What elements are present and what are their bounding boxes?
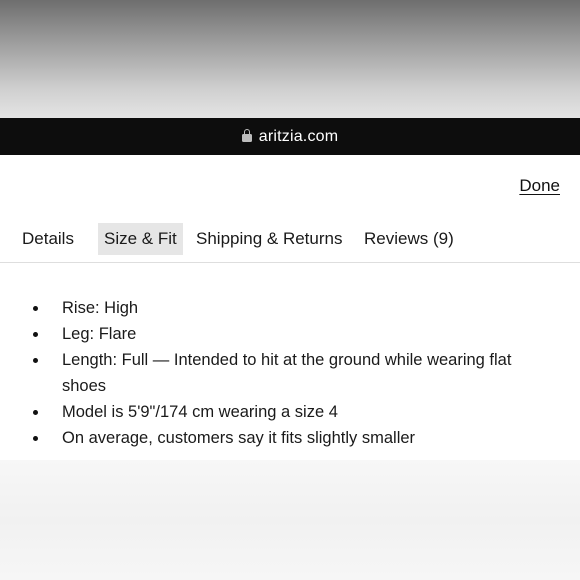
list-item: Leg: Flare: [0, 321, 580, 347]
done-button[interactable]: Done: [519, 176, 560, 196]
bullet-dot: [33, 358, 38, 363]
bullet-dot: [33, 410, 38, 415]
lock-icon: [241, 129, 252, 142]
size-fit-list: Rise: High Leg: Flare Length: Full — Int…: [0, 295, 580, 451]
size-fit-panel: Done Details Size & Fit Shipping & Retur…: [0, 155, 580, 460]
list-item: Model is 5'9"/174 cm wearing a size 4: [0, 399, 580, 425]
url-text: aritzia.com: [258, 127, 339, 145]
browser-top-fade: [0, 0, 580, 118]
tab-details[interactable]: Details: [16, 223, 80, 255]
list-item: Rise: High: [0, 295, 580, 321]
list-item-text: Rise: High: [62, 299, 139, 317]
list-item: Length: Full — Intended to hit at the gr…: [0, 347, 580, 399]
bullet-dot: [33, 332, 38, 337]
tab-size-fit[interactable]: Size & Fit: [98, 223, 183, 255]
list-item-text: Leg: Flare: [62, 325, 137, 343]
bullet-dot: [33, 306, 38, 311]
product-info-tabs: Details Size & Fit Shipping & Returns Re…: [0, 221, 580, 263]
browser-url-bar[interactable]: aritzia.com: [0, 118, 580, 155]
list-item-text: Model is 5'9"/174 cm wearing a size 4: [62, 403, 338, 421]
list-item-text: Length: Full — Intended to hit at the gr…: [62, 351, 512, 395]
tab-reviews[interactable]: Reviews (9): [358, 223, 460, 255]
tab-shipping-returns[interactable]: Shipping & Returns: [190, 223, 348, 255]
list-item-text: On average, customers say it fits slight…: [62, 429, 416, 447]
list-item: On average, customers say it fits slight…: [0, 425, 580, 451]
bullet-dot: [33, 436, 38, 441]
page-bottom-fade: [0, 460, 580, 580]
